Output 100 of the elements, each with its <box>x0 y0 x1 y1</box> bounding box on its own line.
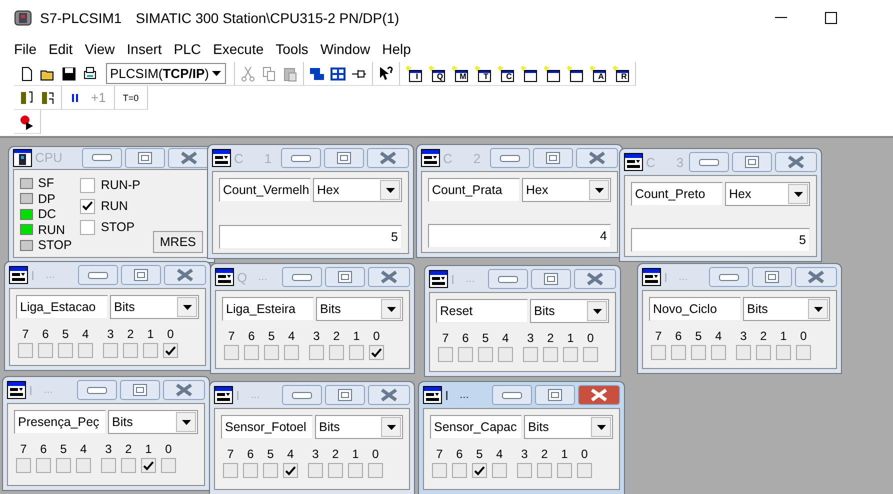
maximize-button[interactable] <box>752 267 792 287</box>
close-button[interactable] <box>578 385 620 405</box>
connection-dropdown[interactable]: PLCSIM(TCP/IP) <box>106 63 226 84</box>
cut-icon[interactable] <box>238 64 257 82</box>
format-dropdown[interactable]: Bits <box>316 297 403 321</box>
symbol-field[interactable]: Count_Preto <box>631 182 723 206</box>
checkbox[interactable] <box>36 458 51 473</box>
minimize-icon[interactable] <box>775 17 787 19</box>
format-dropdown[interactable]: Hex <box>725 182 810 206</box>
close-button[interactable] <box>795 267 837 287</box>
maximize-button[interactable] <box>533 148 573 168</box>
maximize-button[interactable] <box>120 380 160 400</box>
menu-item[interactable]: Window <box>314 41 376 57</box>
maximize-button[interactable] <box>531 269 571 289</box>
menu-item[interactable]: Help <box>376 41 417 57</box>
format-dropdown[interactable]: Bits <box>108 410 198 434</box>
checkbox[interactable] <box>80 178 95 192</box>
minimize-button[interactable] <box>488 269 528 289</box>
checkbox[interactable] <box>161 458 176 473</box>
save-icon[interactable] <box>60 64 78 82</box>
checkbox[interactable] <box>557 463 572 478</box>
checkbox[interactable] <box>308 463 323 478</box>
checkbox[interactable] <box>543 347 558 362</box>
checkbox[interactable] <box>264 345 279 360</box>
minimize-button[interactable] <box>689 152 729 172</box>
checkbox[interactable] <box>438 347 453 362</box>
checkbox[interactable] <box>736 345 751 360</box>
mres-button[interactable]: MRES <box>152 231 203 253</box>
close-button[interactable] <box>164 265 206 285</box>
checkbox[interactable] <box>163 343 178 358</box>
checkbox[interactable] <box>368 463 383 478</box>
close-button[interactable] <box>368 385 410 405</box>
format-dropdown[interactable]: Bits <box>315 415 403 439</box>
insert-window-button[interactable] <box>564 64 585 82</box>
checkbox[interactable] <box>577 463 592 478</box>
checkbox[interactable] <box>432 463 447 478</box>
minimize-button[interactable] <box>282 385 322 405</box>
insert-window-button[interactable]: I <box>404 64 424 82</box>
insert-window-button[interactable] <box>518 64 539 82</box>
maximize-button[interactable] <box>125 148 165 168</box>
checkbox[interactable] <box>121 458 136 473</box>
value-field[interactable]: 5 <box>219 225 402 249</box>
checkbox[interactable] <box>671 345 686 360</box>
menu-item[interactable]: Tools <box>270 41 314 57</box>
checkbox[interactable] <box>309 345 324 360</box>
close-button[interactable] <box>574 269 616 289</box>
checkbox[interactable] <box>103 343 118 358</box>
close-button[interactable] <box>367 148 409 168</box>
close-button[interactable] <box>168 148 210 168</box>
checkbox[interactable] <box>498 347 513 362</box>
checkbox[interactable] <box>244 345 259 360</box>
symbol-field[interactable]: Sensor_Fotoel <box>221 415 313 439</box>
symbol-field[interactable]: Liga_Esteira <box>222 297 314 321</box>
format-dropdown[interactable]: Hex <box>522 178 611 202</box>
value-field[interactable]: 4 <box>428 224 611 248</box>
menu-item[interactable]: Execute <box>207 41 270 57</box>
checkbox[interactable] <box>563 347 578 362</box>
format-dropdown[interactable]: Bits <box>530 299 609 323</box>
checkbox[interactable] <box>80 198 95 214</box>
symbol-field[interactable]: Count_Prata <box>428 178 520 202</box>
close-button[interactable] <box>775 152 817 172</box>
maximize-button[interactable] <box>325 267 365 287</box>
checkbox[interactable] <box>349 345 364 360</box>
close-button[interactable] <box>368 267 410 287</box>
checkbox[interactable] <box>123 343 138 358</box>
checkbox[interactable] <box>776 345 791 360</box>
insert-window-button[interactable]: A <box>588 64 608 82</box>
format-dropdown[interactable]: Bits <box>743 297 830 321</box>
checkbox[interactable] <box>283 463 298 478</box>
checkbox[interactable] <box>141 458 156 473</box>
maximize-button[interactable] <box>324 148 364 168</box>
value-field[interactable]: 5 <box>631 228 810 252</box>
insert-window-button[interactable] <box>542 64 562 82</box>
minimize-button[interactable] <box>77 380 117 400</box>
checkbox[interactable] <box>224 345 239 360</box>
checkbox[interactable] <box>756 345 771 360</box>
maximize-button[interactable] <box>535 385 575 405</box>
close-button[interactable] <box>576 148 618 168</box>
checkbox[interactable] <box>796 345 811 360</box>
checkbox[interactable] <box>78 343 93 358</box>
checkbox[interactable] <box>537 463 552 478</box>
tile-icon[interactable] <box>328 64 347 82</box>
checkbox[interactable] <box>452 463 467 478</box>
checkbox[interactable] <box>651 345 666 360</box>
maximize-icon[interactable] <box>825 12 837 24</box>
symbol-field[interactable]: Novo_Ciclo <box>649 297 741 321</box>
symbol-field[interactable]: Count_Vermelh <box>219 178 311 202</box>
format-dropdown[interactable]: Bits <box>524 415 613 439</box>
insert-window-button[interactable]: Q <box>426 64 447 82</box>
format-dropdown[interactable]: Bits <box>110 295 199 319</box>
checkbox[interactable] <box>472 463 487 478</box>
maximize-button[interactable] <box>121 265 161 285</box>
checkbox[interactable] <box>58 343 73 358</box>
minimize-button[interactable] <box>78 265 118 285</box>
maximize-button[interactable] <box>325 385 365 405</box>
checkbox[interactable] <box>101 458 116 473</box>
checkbox[interactable] <box>458 347 473 362</box>
reset-timers-button[interactable]: T=0 <box>118 92 143 102</box>
symbol-field[interactable]: Sensor_Capac <box>430 415 522 439</box>
maximize-button[interactable] <box>732 152 772 172</box>
